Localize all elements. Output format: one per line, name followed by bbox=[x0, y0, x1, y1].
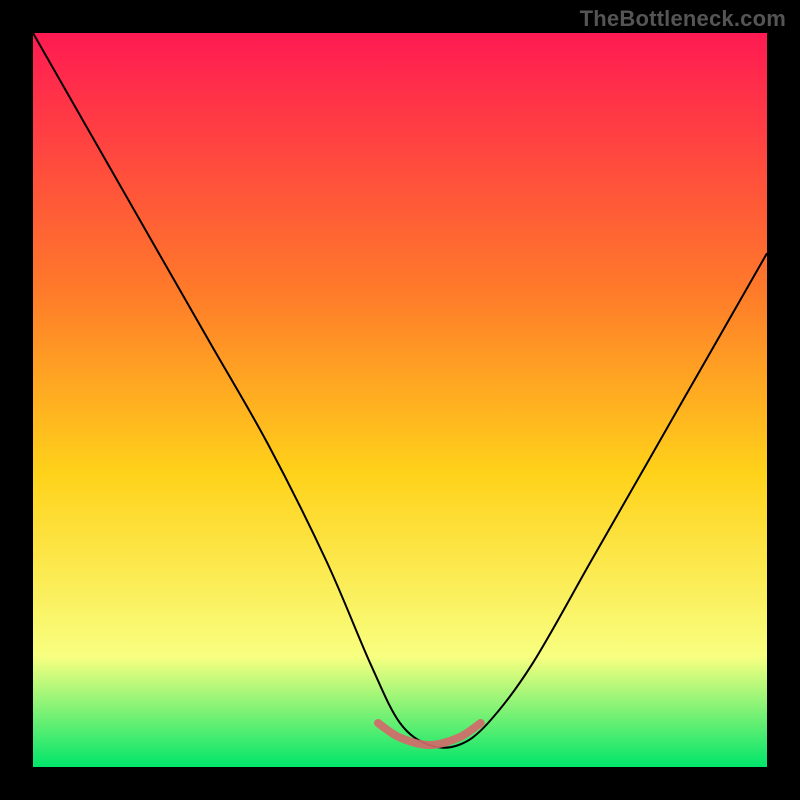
watermark-label: TheBottleneck.com bbox=[580, 6, 786, 32]
chart-frame: TheBottleneck.com bbox=[0, 0, 800, 800]
plot-area bbox=[33, 33, 767, 767]
gradient-background bbox=[33, 33, 767, 767]
plot-svg bbox=[33, 33, 767, 767]
